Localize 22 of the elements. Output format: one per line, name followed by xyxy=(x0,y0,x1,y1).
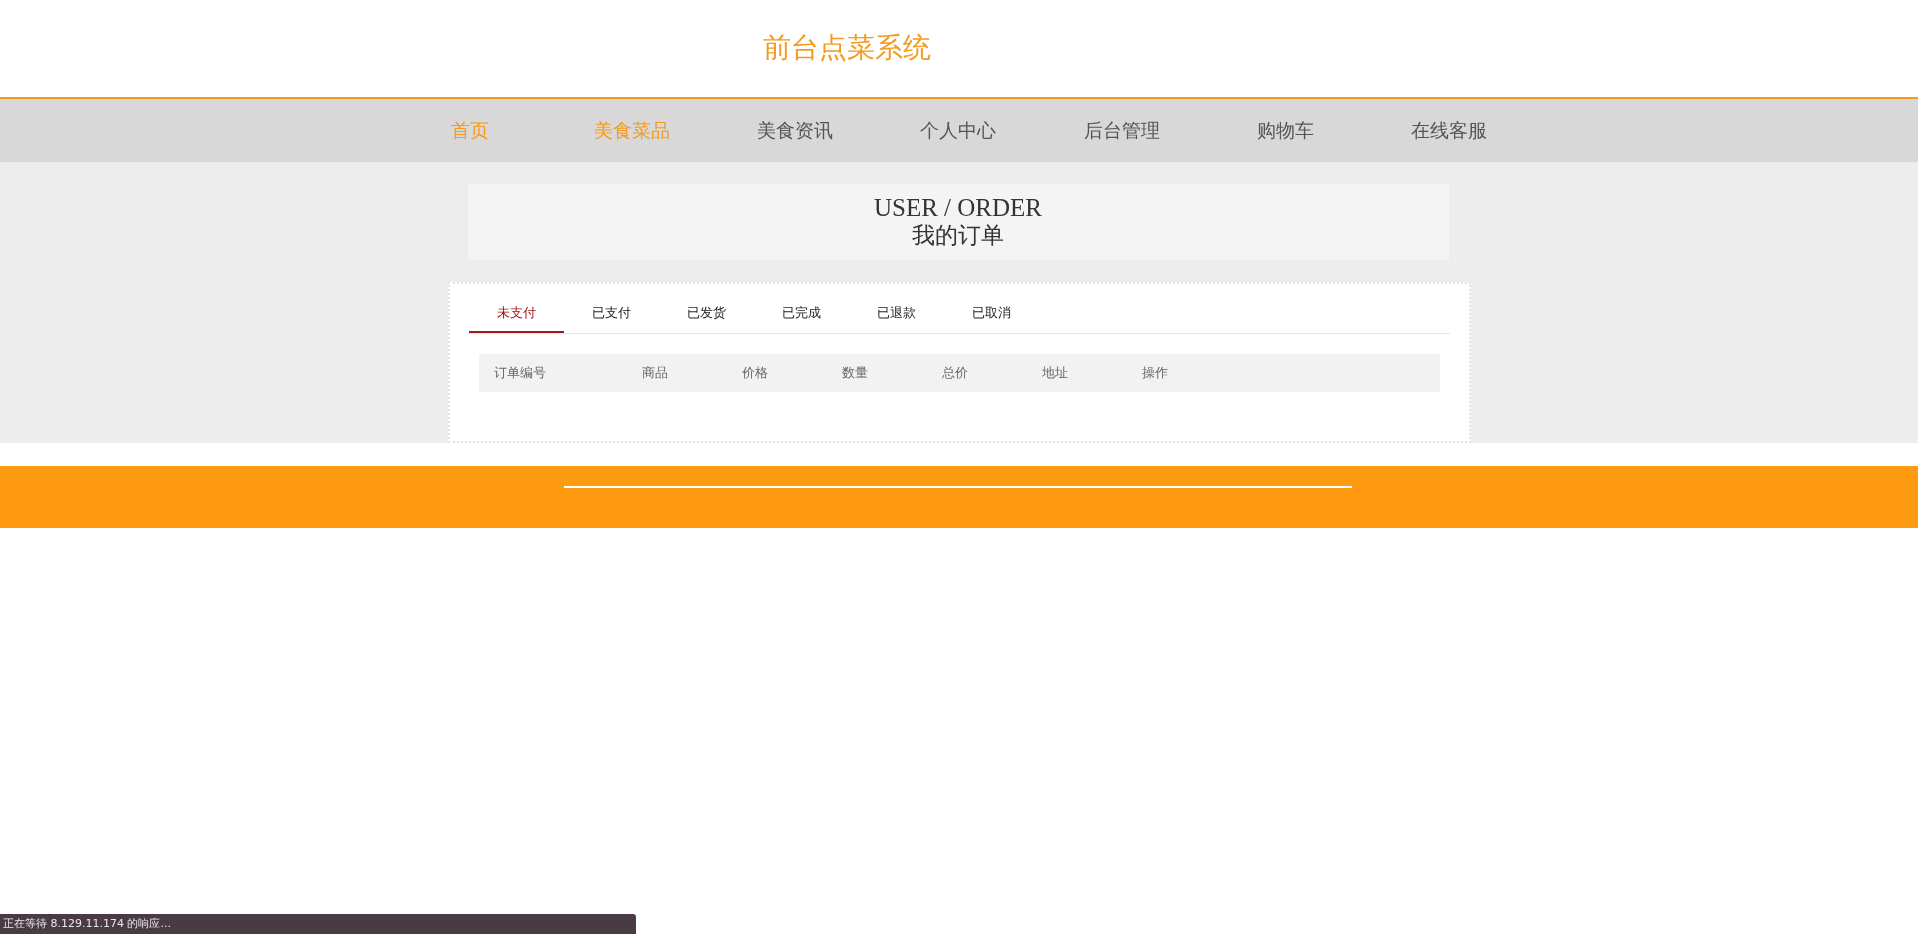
column-header: 商品 xyxy=(641,364,669,382)
column-header: 总价 xyxy=(941,364,969,382)
tab[interactable]: 已退款 xyxy=(848,293,944,333)
tab[interactable]: 已支付 xyxy=(563,293,659,333)
status-text: 正在等待 8.129.11.174 的响应... xyxy=(3,917,171,930)
nav-link[interactable]: 后台管理 xyxy=(1040,117,1204,144)
tab[interactable]: 已取消 xyxy=(943,293,1039,333)
nav-link[interactable]: 在线客服 xyxy=(1367,117,1531,144)
nav-link[interactable]: 个人中心 xyxy=(876,117,1040,144)
site-title: 前台点菜系统 xyxy=(763,29,931,66)
column-header: 订单编号 xyxy=(493,364,547,382)
column-header: 价格 xyxy=(741,364,769,382)
tab[interactable]: 未支付 xyxy=(468,293,564,333)
tab[interactable]: 已发货 xyxy=(658,293,754,333)
tab[interactable]: 已完成 xyxy=(753,293,849,333)
column-header: 地址 xyxy=(1041,364,1069,382)
page-title: 我的订单 xyxy=(912,222,1004,250)
nav-link[interactable]: 购物车 xyxy=(1203,117,1367,144)
nav-link[interactable]: 美食资讯 xyxy=(713,117,877,144)
column-header: 数量 xyxy=(841,364,869,382)
column-header: 操作 xyxy=(1141,364,1169,382)
heading-english: USER / ORDER xyxy=(873,194,1043,222)
